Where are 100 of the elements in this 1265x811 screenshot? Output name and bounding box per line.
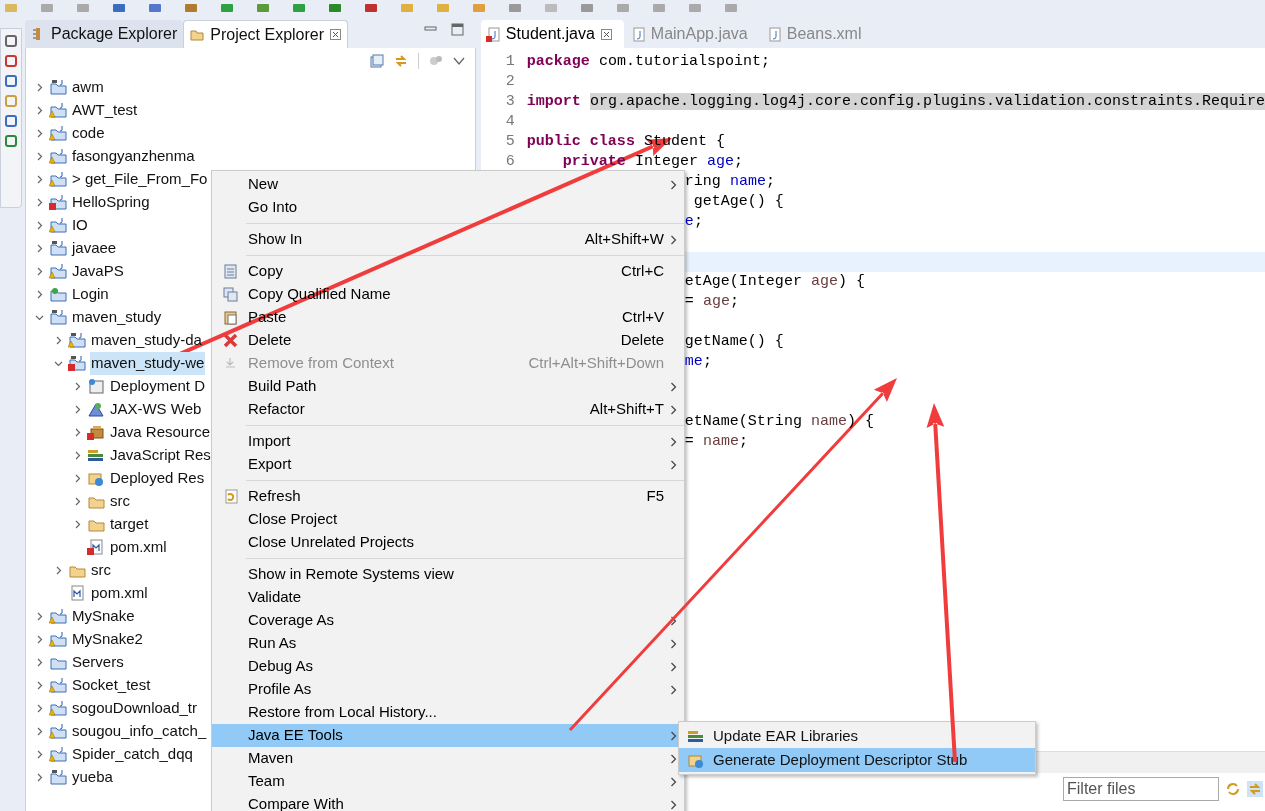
code-line: ring name; [684,171,775,192]
close-icon[interactable] [600,28,612,40]
menu-item[interactable]: Refactor Alt+Shift+T [212,398,684,421]
menu-item[interactable]: Validate [212,586,684,609]
clipboard-icon [221,309,239,326]
menu-item[interactable]: Copy Ctrl+C [212,260,684,283]
tree-item[interactable]: maven_study-we [89,352,206,375]
view-icon[interactable] [4,135,17,147]
code-line: e; [684,211,703,232]
tree-item[interactable]: Socket_test [70,674,152,697]
tree-item[interactable]: javaee [70,237,118,260]
collapse-all-icon[interactable] [369,54,384,68]
code-line: etName(String name) { [684,411,874,432]
toolbar-icon[interactable] [184,4,198,12]
view-tab[interactable]: Project Explorer [183,20,349,48]
toolbar-icon[interactable] [364,4,378,12]
copy-pages-icon [221,286,239,303]
menu-item[interactable]: Generate Deployment Descriptor Stub [679,748,1035,772]
menu-item[interactable]: New [212,173,684,196]
view-icon[interactable] [4,35,17,47]
tree-item[interactable]: JAX-WS Web [108,398,203,421]
tree-item[interactable]: JavaPS [70,260,125,283]
menu-item[interactable]: Show in Remote Systems view [212,563,684,586]
menu-item[interactable]: Import [212,430,684,453]
code-line: import org.apache.logging.log4j.core.config.plugins.validation.constraints.Require [526,91,1265,112]
tree-item[interactable]: Java Resource [108,421,211,444]
code-line: = name; [684,431,748,452]
tree-item[interactable]: Deployed Res [108,467,206,490]
menu-item[interactable]: Run As [212,632,684,655]
menu-item[interactable]: Team [212,770,684,793]
tree-item[interactable]: pom.xml [89,582,149,605]
menu-item[interactable]: Go Into [212,196,684,219]
tree-item[interactable]: src [108,490,131,513]
tree-item[interactable]: maven_study [70,306,163,329]
menu-item[interactable]: Show In Alt+Shift+W [212,228,684,251]
tree-item[interactable]: IO [70,214,89,237]
document-icon [485,26,500,42]
close-icon[interactable] [330,29,342,40]
tree-item[interactable]: awm [70,76,105,99]
menu-item[interactable]: Restore from Local History... [212,701,684,724]
tree-item[interactable]: fasongyanzhenma [70,145,196,168]
tree-item[interactable]: > get_File_From_Fo [70,168,209,191]
tree-item[interactable]: target [108,513,150,536]
code-line: package com.tutorialspoint; [526,51,770,72]
document-icon [630,26,645,42]
code-line: getName() { [684,331,784,352]
toolbar-icon[interactable] [112,4,126,12]
menu-item[interactable]: Close Project [212,508,684,531]
tree-item[interactable]: maven_study-da [89,329,203,352]
tree-item[interactable]: sogouDownload_tr [70,697,199,720]
expanded-chevron-icon[interactable] [53,359,63,368]
view-icon[interactable] [4,75,17,87]
toolbar-icon[interactable] [256,4,270,12]
menu-item[interactable]: Close Unrelated Projects [212,531,684,554]
toolbar-icon[interactable] [328,4,342,12]
line-number: 5 [505,131,515,152]
view-tab[interactable]: Package Explorer [24,20,184,48]
tree-item[interactable]: AWT_test [70,99,139,122]
view-icon[interactable] [4,115,17,127]
menu-item[interactable]: Export [212,453,684,476]
menu-item[interactable]: Refresh F5 [212,485,684,508]
expanded-chevron-icon[interactable] [34,313,44,322]
tree-item[interactable]: Login [70,283,110,306]
tree-item[interactable]: HelloSpring [70,191,151,214]
toolbar-icon[interactable] [292,4,306,12]
tree-item[interactable]: Spider_catch_dqq [70,743,194,766]
line-number: 3 [505,91,515,112]
tree-item[interactable]: pom.xml [108,536,168,559]
tree-item[interactable]: MySnake [70,605,136,628]
menu-item[interactable]: Profile As [212,678,684,701]
copy-icon [221,263,239,280]
toolbar-icon[interactable] [148,4,162,12]
view-icon[interactable] [4,55,17,67]
tree-item[interactable]: Deployment D [108,375,206,398]
menu-item[interactable]: Build Path [212,375,684,398]
code-line: me; [684,351,712,372]
editor-tab[interactable]: Student.java [480,20,624,48]
line-number: 4 [505,111,515,132]
document-icon [766,26,781,42]
line-number: 2 [505,71,515,92]
menu-item[interactable]: Delete Delete [212,329,684,352]
tree-item[interactable]: src [89,559,112,582]
line-number: 6 [505,151,515,172]
maximize-icon[interactable] [450,23,464,36]
tree-item[interactable]: MySnake2 [70,628,144,651]
menu-item[interactable]: Debug As [212,655,684,678]
code-line: etAge(Integer age) { [684,271,865,292]
toolbar-icon[interactable] [220,4,234,12]
line-number: 1 [505,51,515,72]
tree-item[interactable]: code [70,122,106,145]
folder-icon [190,27,205,42]
tree-item[interactable]: yueba [70,766,114,789]
code-line: = age; [684,291,739,312]
tree-item[interactable]: Servers [70,651,125,674]
tree-item[interactable]: JavaScript Res [108,444,212,467]
filter-field[interactable]: Filter files [1063,777,1219,801]
view-menu-icon[interactable] [452,56,465,66]
tree-item[interactable]: sougou_info_catch_ [70,720,208,743]
delete-icon [221,332,239,349]
code-line: getAge() { [692,191,784,212]
